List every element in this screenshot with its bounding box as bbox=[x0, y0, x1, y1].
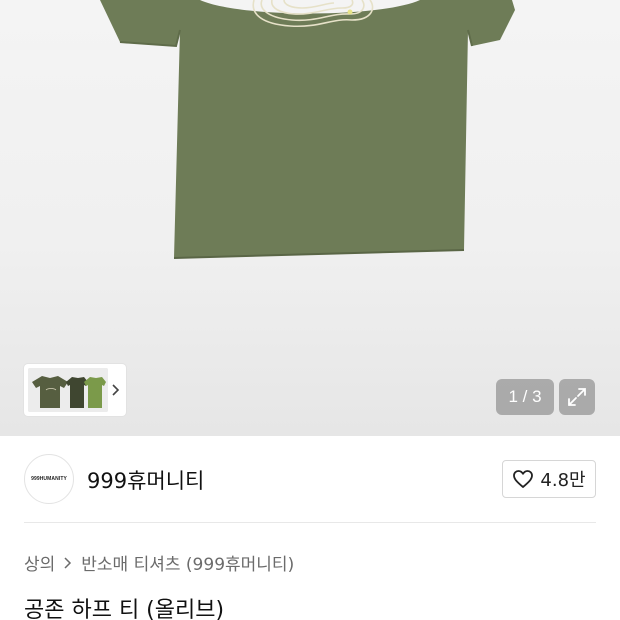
breadcrumb-item-category[interactable]: 상의 bbox=[24, 550, 55, 575]
brand-logo-text: 999HUMANITY bbox=[31, 476, 67, 482]
product-image-gallery[interactable]: 1 / 3 bbox=[0, 0, 620, 436]
brand-row: 999HUMANITY 999휴머니티 4.8만 bbox=[24, 454, 596, 504]
thumbnail-image[interactable] bbox=[28, 368, 108, 412]
like-count: 4.8만 bbox=[540, 470, 586, 491]
breadcrumb: 상의 반소매 티셔츠 (999휴머니티) bbox=[24, 550, 294, 575]
chevron-right-icon bbox=[64, 556, 72, 569]
expand-icon bbox=[568, 388, 586, 406]
breadcrumb-item-subcategory[interactable]: 반소매 티셔츠 (999휴머니티) bbox=[81, 550, 294, 575]
product-title: 공존 하프 티 (올리브) bbox=[24, 598, 225, 620]
divider bbox=[24, 522, 596, 523]
like-button[interactable]: 4.8만 bbox=[502, 460, 596, 498]
thumbnail-strip[interactable] bbox=[24, 364, 126, 416]
brand-name[interactable]: 999휴머니티 bbox=[87, 465, 204, 495]
product-page: 1 / 3 999HUMANITY 999휴머니티 4.8만 상의 반소매 티셔… bbox=[0, 0, 620, 620]
heart-icon bbox=[513, 470, 534, 488]
brand-logo[interactable]: 999HUMANITY bbox=[24, 454, 74, 504]
image-counter: 1 / 3 bbox=[496, 379, 554, 415]
expand-button[interactable] bbox=[559, 379, 595, 415]
chevron-right-icon[interactable] bbox=[108, 368, 124, 412]
